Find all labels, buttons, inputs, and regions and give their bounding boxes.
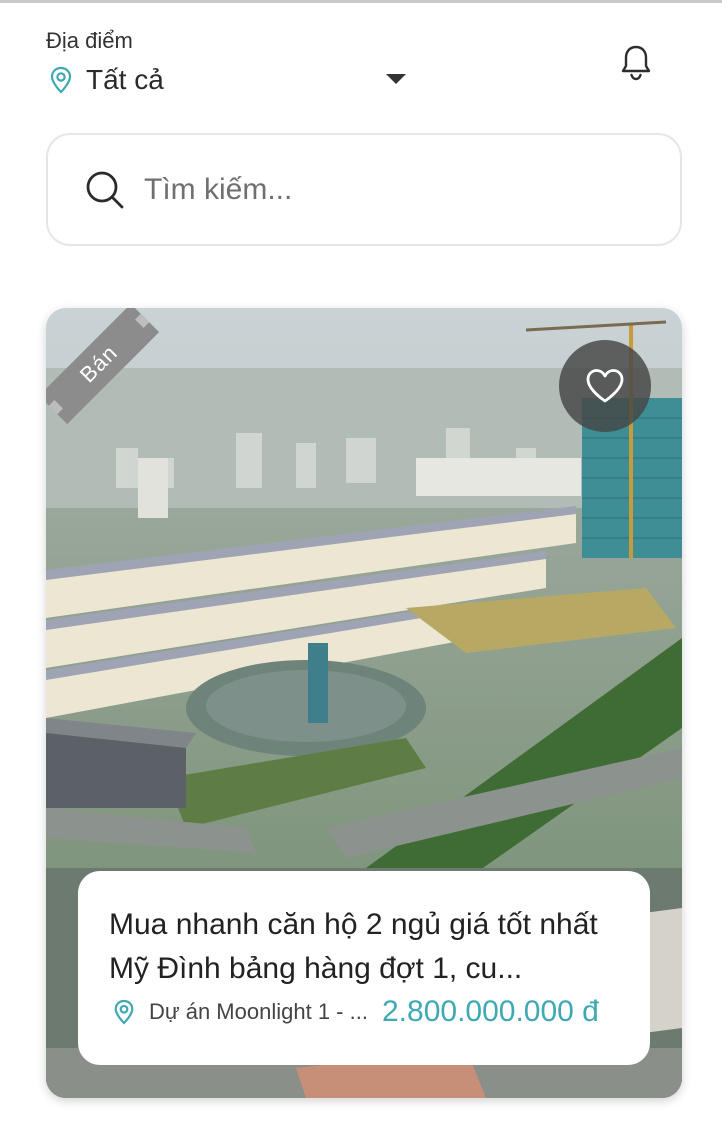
search-icon bbox=[84, 169, 126, 211]
location-label: Địa điểm bbox=[46, 28, 133, 53]
search-bar[interactable] bbox=[46, 133, 682, 246]
map-pin-icon bbox=[111, 997, 137, 1027]
location-selector[interactable]: Tất cả bbox=[46, 60, 416, 100]
heart-icon[interactable] bbox=[559, 340, 651, 432]
listing-info-panel: Mua nhanh căn hộ 2 ngủ giá tốt nhất Mỹ Đ… bbox=[78, 871, 650, 1065]
location-value: Tất cả bbox=[86, 64, 164, 95]
listing-meta: Dự án Moonlight 1 - ... 2.800.000.000 đ bbox=[111, 995, 623, 1029]
listing-price: 2.800.000.000 đ bbox=[382, 995, 599, 1028]
listing-card[interactable]: Bán Mua nhanh căn hộ 2 ngủ giá tốt nhất … bbox=[46, 308, 682, 1098]
listing-project: Dự án Moonlight 1 - ... bbox=[149, 999, 368, 1024]
bell-icon[interactable] bbox=[614, 40, 658, 86]
listing-title[interactable]: Mua nhanh căn hộ 2 ngủ giá tốt nhất Mỹ Đ… bbox=[109, 903, 620, 991]
caret-down-icon bbox=[386, 74, 406, 84]
map-pin-icon bbox=[46, 63, 76, 97]
search-input[interactable] bbox=[144, 172, 624, 207]
top-divider bbox=[0, 0, 722, 3]
